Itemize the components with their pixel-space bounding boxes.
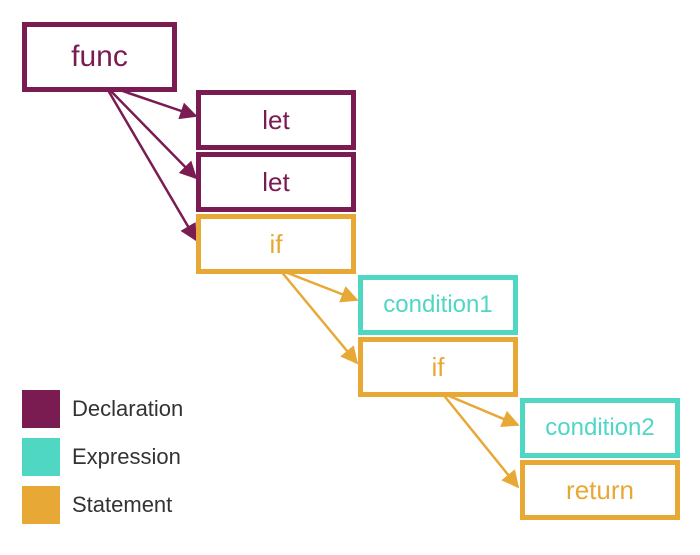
legend-label-expression: Expression <box>72 438 181 476</box>
legend-swatch-declaration <box>22 390 60 428</box>
node-let-2: let <box>196 152 356 212</box>
node-condition2: condition2 <box>520 398 680 458</box>
node-func: func <box>22 22 177 92</box>
node-label: func <box>71 40 128 74</box>
node-label: let <box>262 105 289 136</box>
node-if-1: if <box>196 214 356 274</box>
edge-if1-cond1 <box>280 270 357 300</box>
node-label: return <box>566 475 634 506</box>
node-condition1: condition1 <box>358 275 518 335</box>
node-label: condition2 <box>545 414 654 442</box>
legend-label-declaration: Declaration <box>72 390 183 428</box>
node-if-2: if <box>358 337 518 397</box>
legend-label-statement: Statement <box>72 486 172 524</box>
edge-if2-cond2 <box>442 393 518 425</box>
legend-swatch-statement <box>22 486 60 524</box>
edge-func-let2 <box>105 85 196 178</box>
edge-if1-if2 <box>280 270 357 363</box>
legend-swatch-expression <box>22 438 60 476</box>
node-let-1: let <box>196 90 356 150</box>
node-label: if <box>270 229 283 260</box>
node-label: condition1 <box>383 291 492 319</box>
node-label: if <box>432 352 445 383</box>
edge-if2-return <box>442 393 518 487</box>
edge-func-if1 <box>105 85 196 240</box>
node-return: return <box>520 460 680 520</box>
node-label: let <box>262 167 289 198</box>
